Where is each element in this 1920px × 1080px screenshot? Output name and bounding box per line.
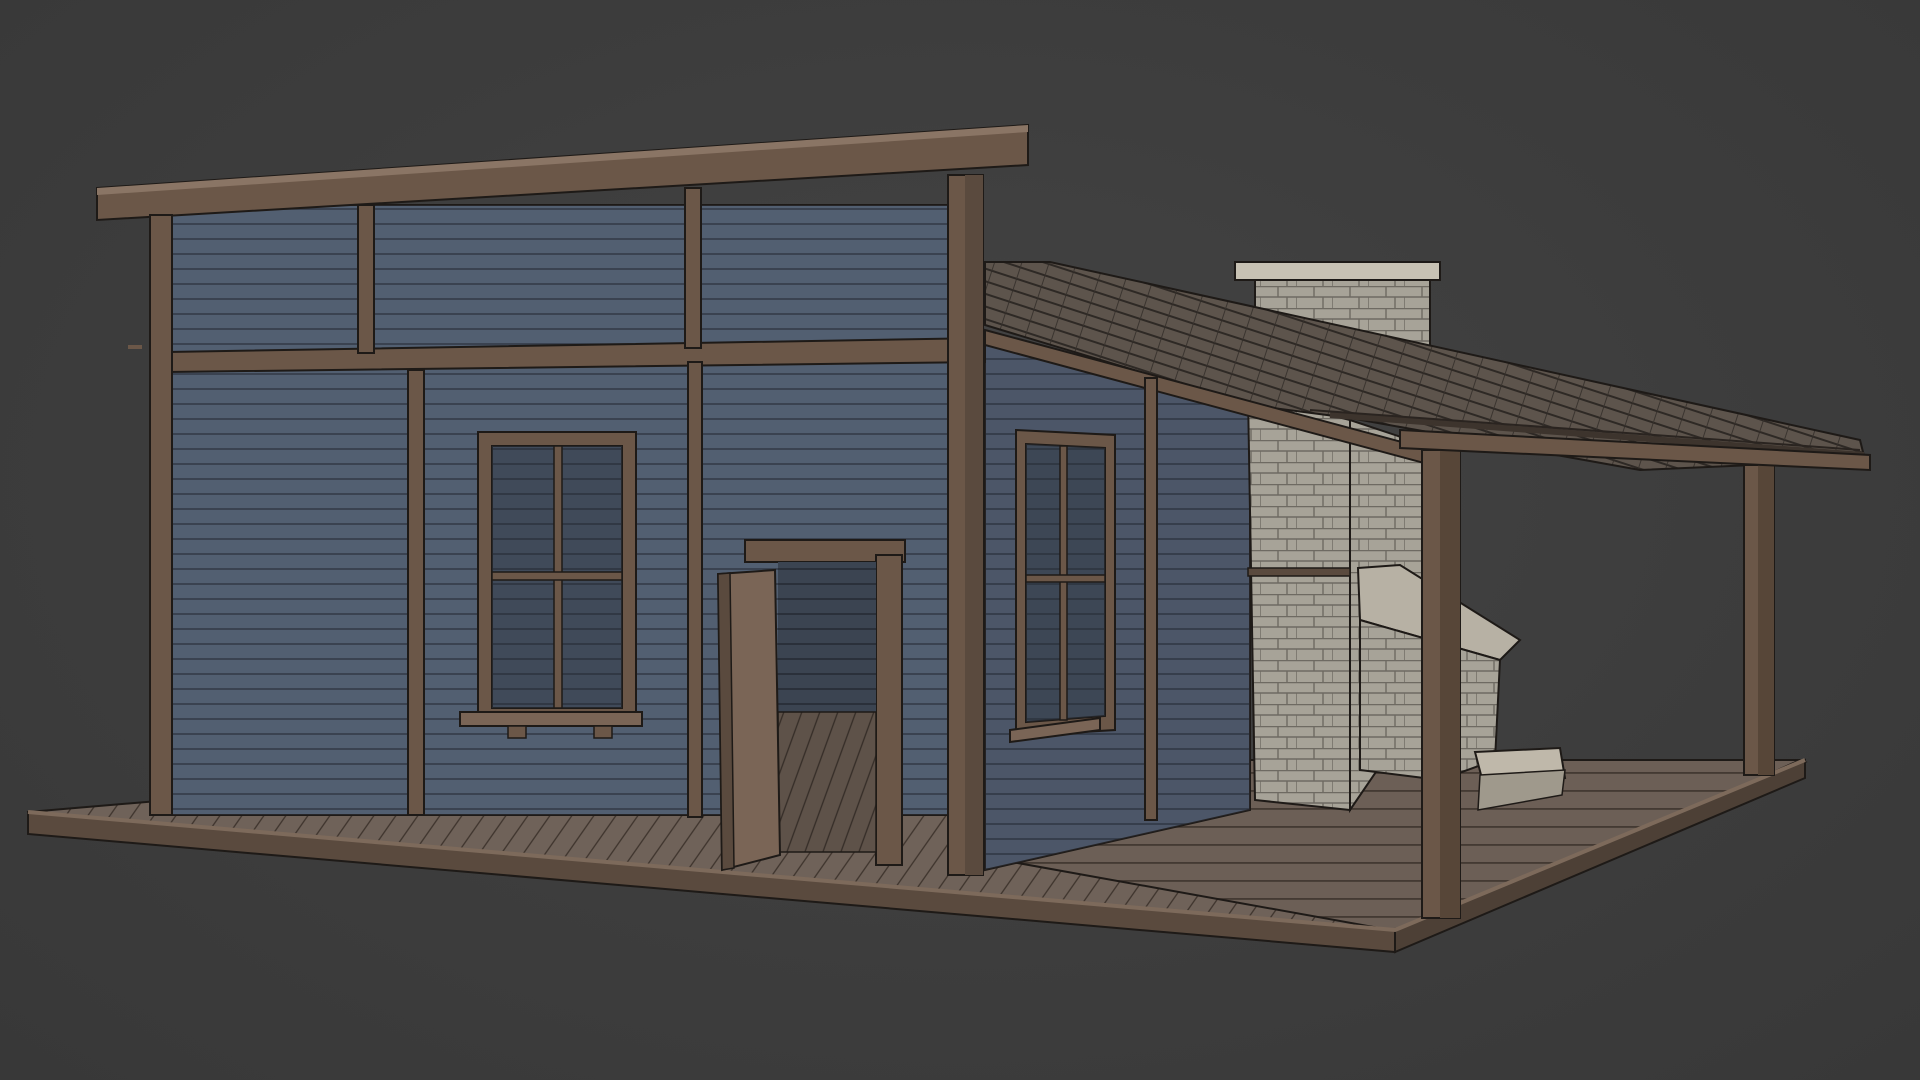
3d-viewport[interactable]	[0, 0, 1920, 1080]
front-doorway	[716, 539, 906, 872]
front-window	[459, 431, 643, 739]
cabin-scene	[26, 123, 1871, 954]
side-window	[1009, 428, 1116, 744]
wall-hook	[128, 345, 142, 349]
